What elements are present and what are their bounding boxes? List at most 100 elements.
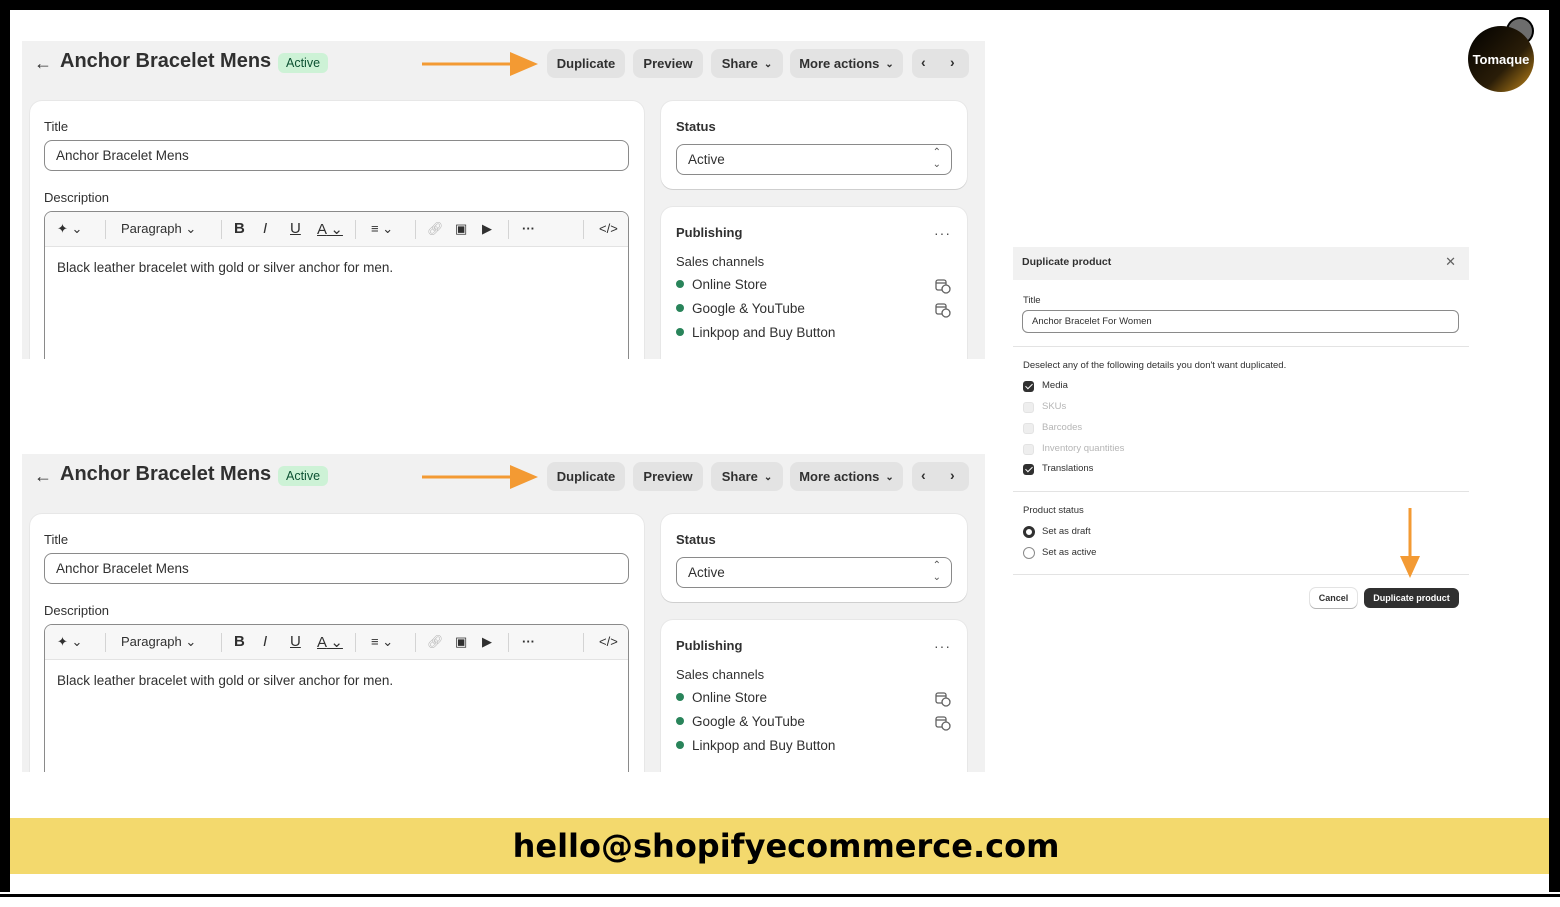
pagination: ‹ › [912, 462, 969, 491]
link-icon[interactable]: 🔗︎ [427, 634, 444, 650]
bold-icon[interactable]: B [234, 633, 245, 650]
product-details-card: Title Anchor Bracelet Mens Description ✦… [30, 101, 644, 359]
calendar-clock-icon[interactable] [935, 691, 951, 707]
status-dot [676, 304, 684, 312]
draft-label: Set as draft [1042, 526, 1091, 537]
duplicate-button[interactable]: Duplicate [547, 462, 625, 491]
text-color-glyph: A [317, 221, 327, 238]
more-icon[interactable]: ··· [522, 634, 535, 649]
sparkle-icon[interactable]: ✦ ⌄ [57, 634, 82, 650]
share-button[interactable]: Share ⌄ [711, 462, 783, 491]
cancel-button[interactable]: Cancel [1310, 588, 1357, 608]
text-color-icon[interactable]: A ⌄ [317, 633, 343, 651]
page-header: ← Anchor Bracelet Mens Active Duplicate … [22, 41, 985, 85]
media-checkbox[interactable] [1023, 381, 1034, 392]
preview-button[interactable]: Preview [633, 49, 703, 78]
translations-checkbox[interactable] [1023, 464, 1034, 475]
bold-icon[interactable]: B [234, 220, 245, 237]
logo-text: Tomaque [1473, 52, 1530, 67]
toolbar-divider [221, 220, 222, 239]
text-color-glyph: A [317, 634, 327, 651]
calendar-clock-icon[interactable] [935, 302, 951, 318]
modal-header: Duplicate product ✕ [1013, 247, 1469, 280]
duplicate-button[interactable]: Duplicate [547, 49, 625, 78]
status-dot [676, 693, 684, 701]
calendar-clock-icon[interactable] [935, 278, 951, 294]
chevron-right-icon[interactable]: › [950, 54, 955, 70]
modal-title-input[interactable]: Anchor Bracelet For Women [1022, 310, 1459, 333]
sparkle-icon[interactable]: ✦ ⌄ [57, 221, 82, 237]
status-label: Status [676, 119, 716, 134]
chevron-left-icon[interactable]: ‹ [921, 54, 926, 70]
more-actions-button[interactable]: More actions ⌄ [790, 49, 903, 78]
chevron-left-icon[interactable]: ‹ [921, 467, 926, 483]
toolbar-divider [105, 220, 106, 239]
chevron-down-icon: ⌄ [763, 59, 773, 70]
more-actions-label: More actions [799, 469, 880, 484]
image-icon[interactable]: ▣ [455, 634, 467, 650]
product-details-card: Title Anchor Bracelet Mens Description ✦… [30, 514, 644, 772]
channel-item: Linkpop and Buy Button [676, 325, 835, 343]
share-button[interactable]: Share ⌄ [711, 49, 783, 78]
skus-label: SKUs [1042, 401, 1067, 412]
contact-email[interactable]: hello@shopifyecommerce.com [10, 827, 1560, 865]
barcodes-checkbox[interactable] [1023, 423, 1034, 434]
title-input[interactable]: Anchor Bracelet Mens [44, 140, 629, 171]
status-badge: Active [278, 53, 329, 73]
status-select[interactable]: Active ⌃ ⌄ [676, 557, 952, 588]
description-label: Description [44, 603, 110, 618]
active-radio[interactable] [1023, 547, 1035, 559]
more-icon[interactable]: ··· [934, 638, 951, 654]
description-editor[interactable]: ✦ ⌄ Paragraph ⌄ B I U A ⌄ ≡ ⌄ 🔗︎ ▣ ▶︎ ··… [44, 624, 629, 772]
contact-banner: hello@shopifyecommerce.com [10, 818, 1549, 874]
description-editor[interactable]: ✦ ⌄ Paragraph ⌄ B I U A ⌄ ≡ ⌄ 🔗︎ ▣ ▶︎ ··… [44, 211, 629, 359]
translations-label: Translations [1042, 463, 1094, 474]
code-icon[interactable]: </> [599, 634, 618, 649]
chevron-down-icon: ⌄ [885, 59, 894, 70]
channel-label: Linkpop and Buy Button [692, 738, 836, 753]
underline-icon[interactable]: U [290, 220, 301, 237]
underline-icon[interactable]: U [290, 633, 301, 650]
skus-checkbox[interactable] [1023, 402, 1034, 413]
status-select[interactable]: Active ⌃ ⌄ [676, 144, 952, 175]
inventory-quantities-checkbox[interactable] [1023, 444, 1034, 455]
video-icon[interactable]: ▶︎ [482, 221, 492, 237]
status-dot [676, 328, 684, 336]
inventory-quantities-label: Inventory quantities [1042, 443, 1125, 454]
draft-radio[interactable] [1023, 526, 1035, 538]
video-icon[interactable]: ▶︎ [482, 634, 492, 650]
arrow-left-icon[interactable]: ← [34, 53, 52, 74]
status-badge: Active [278, 466, 329, 486]
deselect-instructions: Deselect any of the following details yo… [1023, 360, 1287, 371]
status-dot [676, 717, 684, 725]
publishing-label: Publishing [676, 225, 743, 240]
link-icon[interactable]: 🔗︎ [427, 221, 444, 237]
chevron-right-icon[interactable]: › [950, 467, 955, 483]
italic-icon[interactable]: I [263, 633, 267, 650]
text-color-icon[interactable]: A ⌄ [317, 220, 343, 238]
active-label: Set as active [1042, 547, 1097, 558]
toolbar-divider [583, 220, 584, 239]
preview-button[interactable]: Preview [633, 462, 703, 491]
title-input[interactable]: Anchor Bracelet Mens [44, 553, 629, 584]
code-icon[interactable]: </> [599, 221, 618, 236]
image-icon[interactable]: ▣ [455, 221, 467, 237]
align-icon[interactable]: ≡ ⌄ [371, 221, 393, 237]
calendar-clock-icon[interactable] [935, 715, 951, 731]
more-icon[interactable]: ··· [522, 221, 535, 236]
status-dot [676, 280, 684, 288]
paragraph-select[interactable]: Paragraph ⌄ [121, 634, 196, 650]
page-title: Anchor Bracelet Mens [60, 463, 272, 485]
duplicate-product-button[interactable]: Duplicate product [1364, 588, 1459, 608]
description-label: Description [44, 190, 110, 205]
arrow-left-icon[interactable]: ← [34, 466, 52, 487]
more-actions-button[interactable]: More actions ⌄ [790, 462, 903, 491]
status-value: Active [688, 152, 725, 167]
close-icon[interactable]: ✕ [1445, 254, 1456, 270]
product-editor-screenshot-2: ← Anchor Bracelet Mens Active Duplicate … [22, 454, 985, 772]
paragraph-select[interactable]: Paragraph ⌄ [121, 221, 196, 237]
align-icon[interactable]: ≡ ⌄ [371, 634, 393, 650]
annotation-arrow-icon [422, 465, 538, 489]
italic-icon[interactable]: I [263, 220, 267, 237]
more-icon[interactable]: ··· [934, 225, 951, 241]
